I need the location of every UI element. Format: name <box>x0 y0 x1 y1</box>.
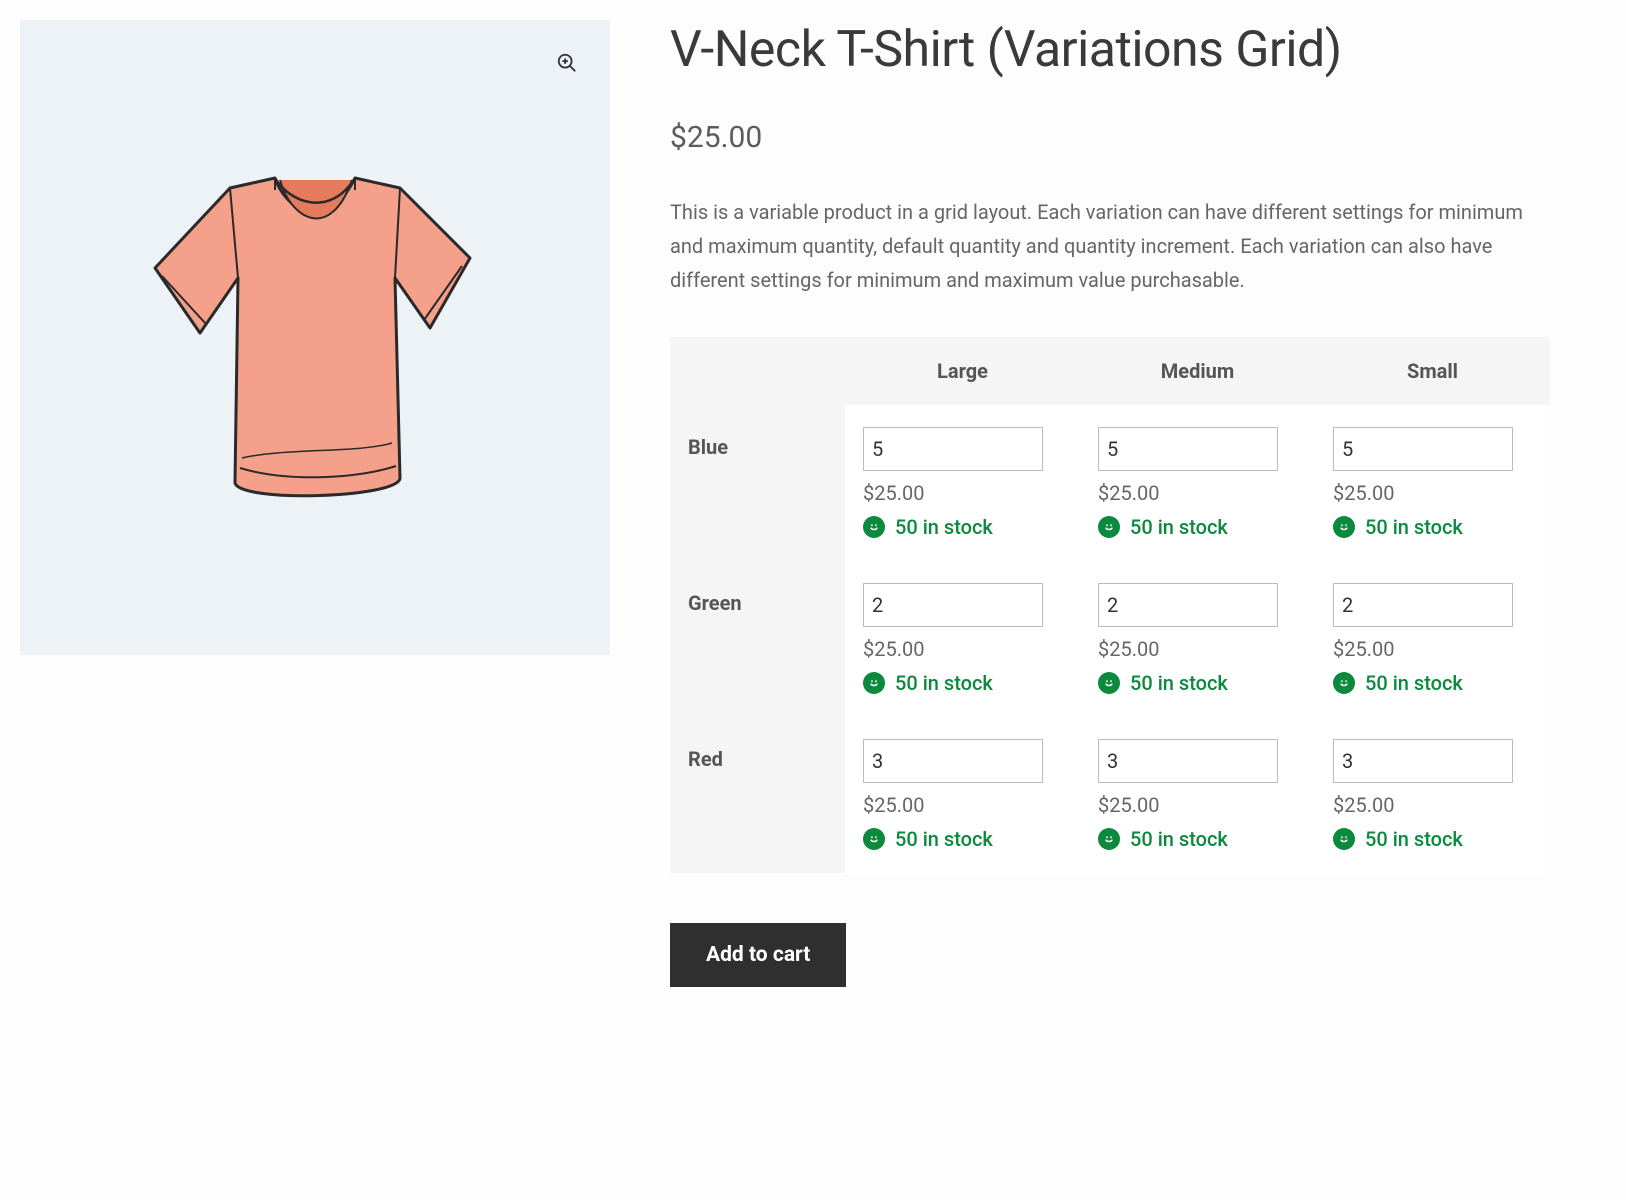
quantity-input[interactable] <box>1333 583 1513 627</box>
variation-price: $25.00 <box>1333 481 1532 505</box>
stock-status: 50 in stock <box>1098 515 1297 539</box>
stock-text: 50 in stock <box>895 827 993 851</box>
variation-cell: $25.00 50 in stock <box>1080 405 1315 561</box>
variation-cell: $25.00 50 in stock <box>1315 561 1550 717</box>
quantity-input[interactable] <box>1333 739 1513 783</box>
stock-status: 50 in stock <box>863 827 1062 851</box>
row-header: Red <box>670 717 845 873</box>
variation-cell: $25.00 50 in stock <box>1315 405 1550 561</box>
smiley-icon <box>1098 516 1120 538</box>
grid-row: Green$25.0050 in stock$25.0050 in stock$… <box>670 561 1550 717</box>
stock-text: 50 in stock <box>895 671 993 695</box>
variations-grid: Large Medium Small Blue $25.00 50 in stock… <box>670 337 1550 873</box>
quantity-input[interactable] <box>1098 427 1278 471</box>
smiley-icon <box>1333 672 1355 694</box>
product-image-container[interactable] <box>20 20 610 655</box>
variation-price: $25.00 <box>1333 793 1532 817</box>
product-description: This is a variable product in a grid lay… <box>670 195 1550 297</box>
quantity-input[interactable] <box>1098 739 1278 783</box>
stock-text: 50 in stock <box>1130 671 1228 695</box>
stock-status: 50 in stock <box>863 515 1062 539</box>
stock-text: 50 in stock <box>1365 827 1463 851</box>
stock-status: 50 in stock <box>1333 671 1532 695</box>
variation-cell: $25.00 50 in stock <box>845 717 1080 873</box>
stock-text: 50 in stock <box>1130 827 1228 851</box>
variation-price: $25.00 <box>863 481 1062 505</box>
grid-header-row: Large Medium Small <box>670 337 1550 405</box>
variation-cell: $25.00 50 in stock <box>845 405 1080 561</box>
smiley-icon <box>1098 828 1120 850</box>
variation-price: $25.00 <box>1333 637 1532 661</box>
stock-text: 50 in stock <box>1365 671 1463 695</box>
product-gallery <box>20 20 610 655</box>
zoom-icon[interactable] <box>554 50 580 76</box>
column-header: Large <box>845 337 1080 405</box>
grid-row: Blue$25.0050 in stock$25.0050 in stock$2… <box>670 405 1550 561</box>
smiley-icon <box>863 828 885 850</box>
variation-cell: $25.00 50 in stock <box>1080 717 1315 873</box>
quantity-input[interactable] <box>863 427 1043 471</box>
variation-cell: $25.00 50 in stock <box>845 561 1080 717</box>
smiley-icon <box>1333 516 1355 538</box>
quantity-input[interactable] <box>863 739 1043 783</box>
product-summary: V-Neck T-Shirt (Variations Grid) $25.00 … <box>670 20 1606 987</box>
product-price: $25.00 <box>670 120 1606 155</box>
variation-price: $25.00 <box>1098 481 1297 505</box>
stock-status: 50 in stock <box>1333 515 1532 539</box>
stock-text: 50 in stock <box>1365 515 1463 539</box>
grid-row: Red$25.0050 in stock$25.0050 in stock$25… <box>670 717 1550 873</box>
row-header: Green <box>670 561 845 717</box>
variation-price: $25.00 <box>1098 793 1297 817</box>
variation-cell: $25.00 50 in stock <box>1315 717 1550 873</box>
quantity-input[interactable] <box>863 583 1043 627</box>
add-to-cart-button[interactable]: Add to cart <box>670 923 846 987</box>
stock-text: 50 in stock <box>895 515 993 539</box>
stock-status: 50 in stock <box>1098 671 1297 695</box>
row-header: Blue <box>670 405 845 561</box>
variation-cell: $25.00 50 in stock <box>1080 561 1315 717</box>
stock-status: 50 in stock <box>1333 827 1532 851</box>
smiley-icon <box>863 672 885 694</box>
smiley-icon <box>1333 828 1355 850</box>
quantity-input[interactable] <box>1333 427 1513 471</box>
grid-corner-cell <box>670 337 845 405</box>
product-image-tshirt <box>130 148 500 528</box>
smiley-icon <box>1098 672 1120 694</box>
smiley-icon <box>863 516 885 538</box>
quantity-input[interactable] <box>1098 583 1278 627</box>
product-title: V-Neck T-Shirt (Variations Grid) <box>670 20 1606 80</box>
variation-price: $25.00 <box>863 793 1062 817</box>
stock-status: 50 in stock <box>863 671 1062 695</box>
stock-text: 50 in stock <box>1130 515 1228 539</box>
variation-price: $25.00 <box>1098 637 1297 661</box>
variation-price: $25.00 <box>863 637 1062 661</box>
column-header: Medium <box>1080 337 1315 405</box>
column-header: Small <box>1315 337 1550 405</box>
product-layout: V-Neck T-Shirt (Variations Grid) $25.00 … <box>20 20 1606 987</box>
stock-status: 50 in stock <box>1098 827 1297 851</box>
